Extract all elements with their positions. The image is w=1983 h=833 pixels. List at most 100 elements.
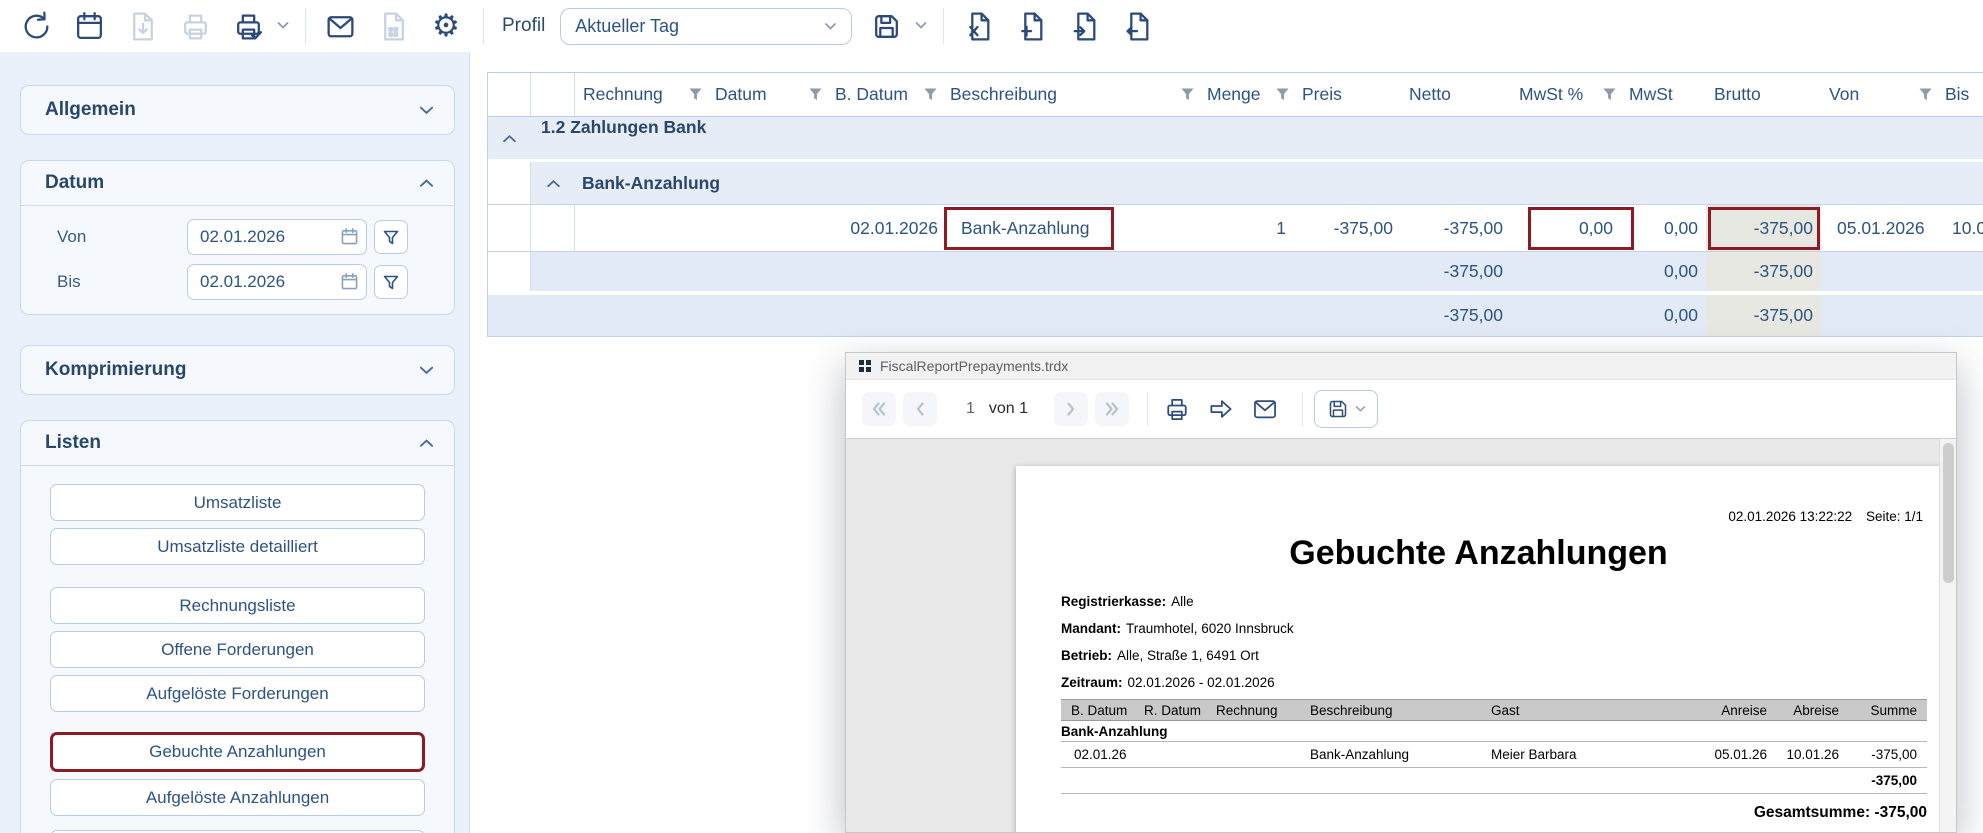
next-page-button[interactable] xyxy=(1054,392,1089,426)
gear-glyph: ⚙ xyxy=(432,8,460,43)
filter-funnel-icon[interactable] xyxy=(1919,88,1932,101)
von-date-input[interactable] xyxy=(187,219,367,255)
print-check-icon[interactable] xyxy=(228,6,268,46)
save-report-button[interactable] xyxy=(1314,390,1379,428)
save-profile-icon[interactable] xyxy=(866,6,906,46)
report-group-label: Bank-Anzahlung xyxy=(1061,723,1168,739)
printer-icon xyxy=(175,6,215,46)
chevron-left-icon xyxy=(916,402,924,416)
print-report-icon[interactable] xyxy=(1159,391,1195,427)
panel-title: Datum xyxy=(45,172,105,193)
preview-scrollbar[interactable] xyxy=(1939,439,1956,832)
panel-header-datum[interactable]: Datum xyxy=(21,161,454,206)
export-excel-icon[interactable] xyxy=(958,6,998,46)
current-page-value[interactable]: 1 xyxy=(966,400,975,418)
column-header-von[interactable]: Von xyxy=(1821,73,1937,116)
column-header-bis[interactable]: Bis xyxy=(1937,73,1983,116)
filter-funnel-icon[interactable] xyxy=(689,88,702,101)
cell-preis: -375,00 xyxy=(1333,217,1393,238)
toolbar-divider xyxy=(483,8,484,44)
meta-label: Zeitraum: xyxy=(1061,675,1123,690)
summary-cell xyxy=(827,252,942,291)
column-header-datum[interactable]: Datum xyxy=(707,73,827,116)
application-window: ⚙ Profil Aktueller Tag Allgemein Datum V… xyxy=(0,0,1983,833)
email-icon[interactable] xyxy=(320,6,360,46)
panel-title: Listen xyxy=(45,432,101,453)
column-header-menge[interactable]: Menge xyxy=(1199,73,1294,116)
bis-date-input[interactable] xyxy=(187,264,367,300)
data-row-bank-anzahlung[interactable]: 02.01.2026 Bank-Anzahlung 1 -375,00 -375… xyxy=(488,205,1983,252)
filter-funnel-icon[interactable] xyxy=(1181,88,1194,101)
toolbar-divider xyxy=(1147,392,1149,426)
email-report-icon[interactable] xyxy=(1247,391,1283,427)
report-canvas: 02.01.2026 13:22:22 Seite: 1/1 Gebuchte … xyxy=(846,439,1956,832)
summary-cell xyxy=(707,295,827,336)
save-options-chevron-icon[interactable] xyxy=(915,17,927,35)
column-label: MwSt % xyxy=(1519,84,1584,104)
calendar-icon[interactable] xyxy=(341,273,358,290)
column-header-mwst-prozent[interactable]: MwSt % xyxy=(1511,73,1621,116)
add-document-icon[interactable] xyxy=(1011,6,1051,46)
column-header-b-datum[interactable]: B. Datum xyxy=(827,73,942,116)
gear-icon[interactable]: ⚙ xyxy=(426,6,466,46)
button-aufgeloeste-forderungen[interactable]: Aufgelöste Forderungen xyxy=(50,675,425,712)
report-title: Gebuchte Anzahlungen xyxy=(1289,534,1668,572)
summary-cell xyxy=(1511,252,1621,291)
print-options-chevron-icon[interactable] xyxy=(277,17,289,35)
group-collapse-button[interactable] xyxy=(488,117,531,159)
group-collapse-button[interactable] xyxy=(531,162,575,204)
summary-mwst: 0,00 xyxy=(1621,295,1706,336)
meta-value: 02.01.2026 - 02.01.2026 xyxy=(1127,675,1275,690)
column-label: Datum xyxy=(715,84,767,104)
filter-funnel-icon[interactable] xyxy=(809,88,822,101)
column-label: Rechnung xyxy=(583,84,663,104)
export-arrow-icon[interactable] xyxy=(1203,391,1239,427)
report-cell-summe: -375,00 xyxy=(1871,747,1917,762)
summary-cell xyxy=(1821,295,1937,336)
column-header-beschreibung[interactable]: Beschreibung xyxy=(942,73,1199,116)
filter-funnel-icon[interactable] xyxy=(1276,88,1289,101)
scrollbar-thumb[interactable] xyxy=(1943,443,1954,583)
cell-bis: 10.01.2026 xyxy=(1952,217,1983,238)
profile-select[interactable]: Aktueller Tag xyxy=(560,7,853,45)
button-rechnungsliste[interactable]: Rechnungsliste xyxy=(50,587,425,624)
calendar-icon[interactable] xyxy=(69,6,109,46)
panel-header-komprimierung[interactable]: Komprimierung xyxy=(21,346,454,394)
column-header-brutto[interactable]: Brutto xyxy=(1706,73,1821,116)
report-grand-total: Gesamtsumme: -375,00 xyxy=(1754,804,1927,822)
button-umsatzliste-detailliert[interactable]: Umsatzliste detailliert xyxy=(50,528,425,565)
column-header-rechnung[interactable]: Rechnung xyxy=(575,73,707,116)
column-header-netto[interactable]: Netto xyxy=(1401,73,1511,116)
last-page-button[interactable] xyxy=(1095,392,1130,426)
button-gebuchte-anzahlungen[interactable]: Gebuchte Anzahlungen xyxy=(50,732,425,772)
refresh-icon[interactable] xyxy=(16,6,56,46)
filter-funnel-icon[interactable] xyxy=(1603,88,1616,101)
export-document-icon[interactable] xyxy=(1064,6,1104,46)
button-aufgeloeste-anzahlungen[interactable]: Aufgelöste Anzahlungen xyxy=(50,779,425,816)
first-page-button[interactable] xyxy=(862,392,896,426)
previous-page-button[interactable] xyxy=(903,392,937,426)
report-col-anreise: Anreise xyxy=(1721,702,1767,718)
report-timestamp: 02.01.2026 13:22:22 xyxy=(1728,509,1853,524)
bis-filter-button[interactable] xyxy=(374,265,408,299)
bis-row: Bis xyxy=(21,264,454,300)
column-header-preis[interactable]: Preis xyxy=(1294,73,1401,116)
filter-funnel-icon[interactable] xyxy=(924,88,937,101)
column-header-mwst[interactable]: MwSt xyxy=(1621,73,1706,116)
cell-rechnung xyxy=(575,205,707,251)
summary-cell xyxy=(942,295,1199,336)
column-label: Beschreibung xyxy=(950,84,1058,104)
panel-header-listen[interactable]: Listen xyxy=(21,421,454,466)
preview-title-bar[interactable]: FiscalReportPrepayments.trdx xyxy=(846,353,1956,380)
calendar-icon[interactable] xyxy=(341,228,358,245)
button-umsatzliste[interactable]: Umsatzliste xyxy=(50,484,425,521)
cell-mwst: 0,00 xyxy=(1663,217,1698,238)
button-offene-forderungen[interactable]: Offene Forderungen xyxy=(50,631,425,668)
import-document-icon[interactable] xyxy=(1117,6,1157,46)
summary-cell xyxy=(531,295,575,336)
panel-header-allgemein[interactable]: Allgemein xyxy=(21,86,454,134)
report-col-beschreibung: Beschreibung xyxy=(1310,702,1393,718)
von-filter-button[interactable] xyxy=(374,220,408,254)
chevron-up-icon xyxy=(503,134,516,142)
summary-cell xyxy=(1294,252,1401,291)
